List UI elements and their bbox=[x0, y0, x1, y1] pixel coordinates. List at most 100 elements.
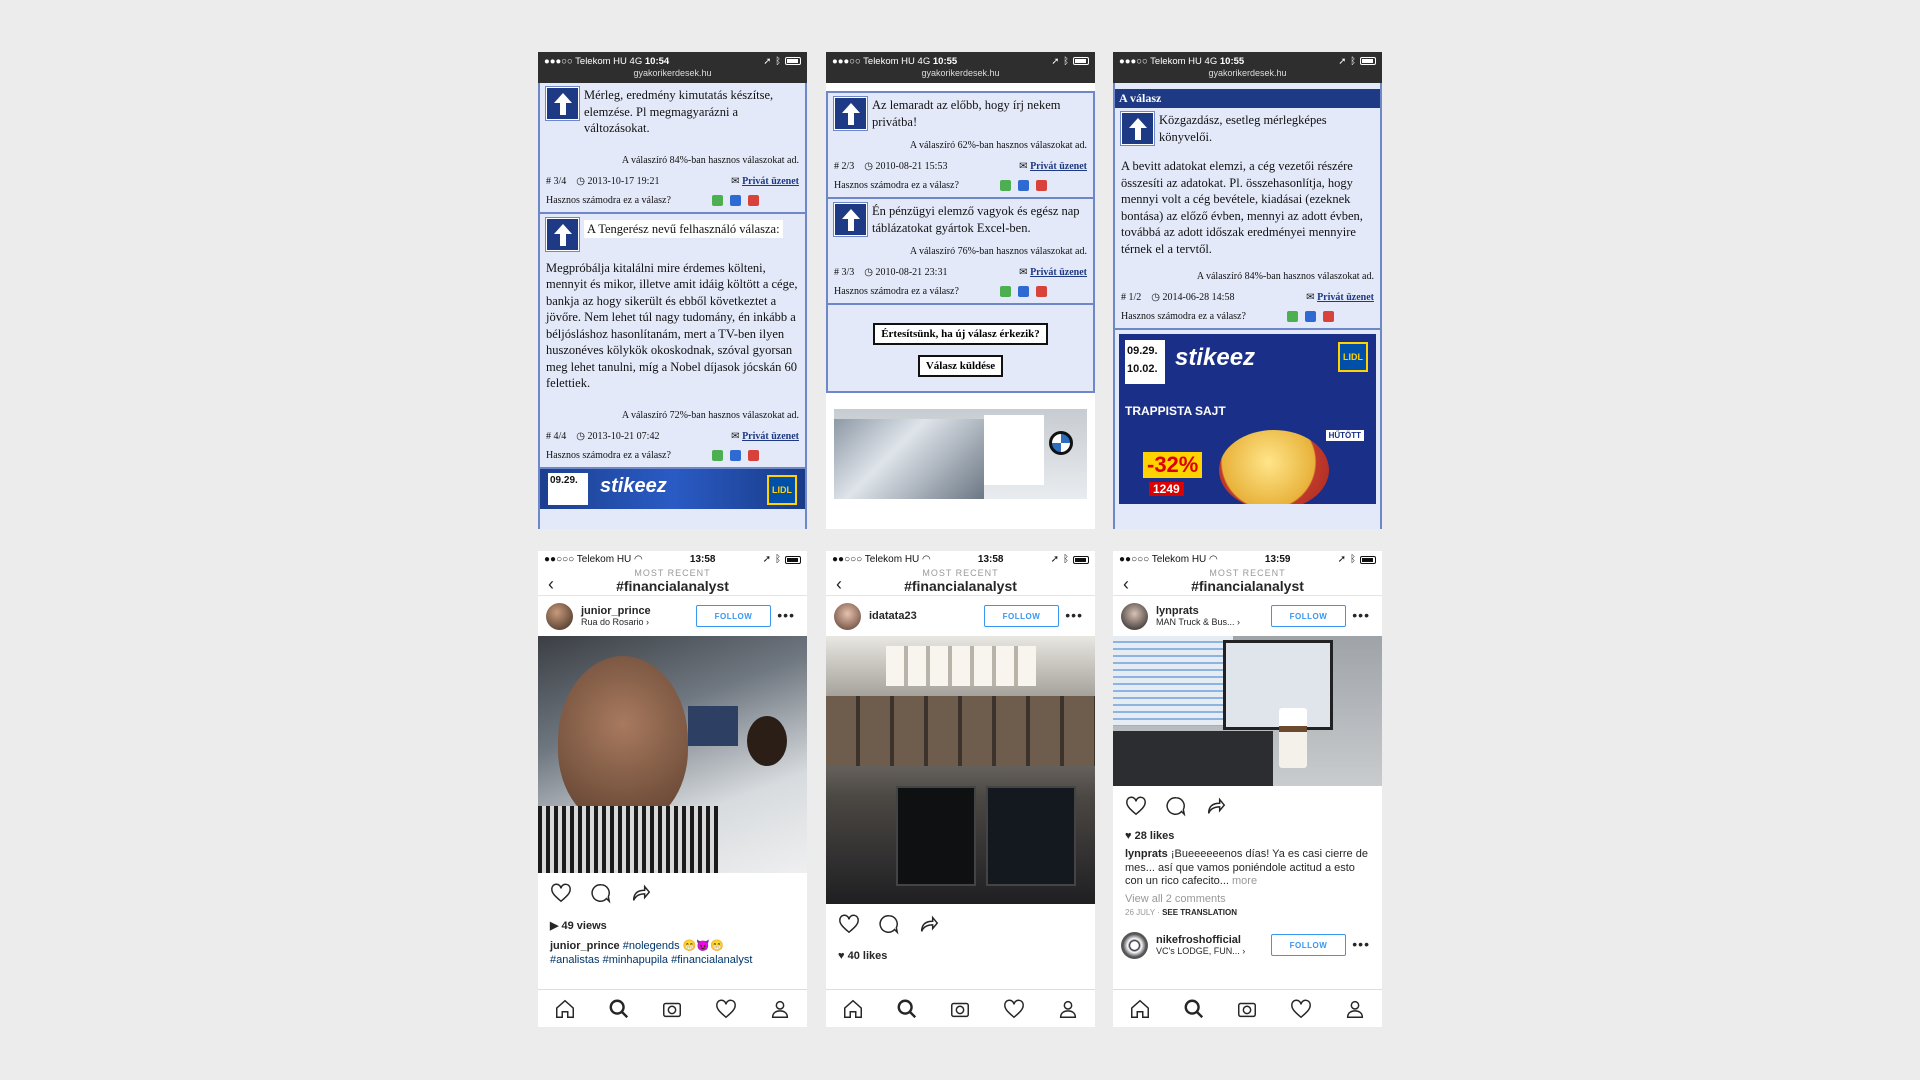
hashtag-title: #financialanalyst bbox=[904, 578, 1017, 594]
thumbs-up-icon[interactable] bbox=[712, 449, 723, 461]
url-bar[interactable]: gyakorikerdesek.hu bbox=[1113, 68, 1382, 78]
more-options-icon[interactable]: ••• bbox=[1352, 607, 1370, 623]
activity-heart-icon[interactable] bbox=[715, 998, 737, 1020]
search-icon[interactable] bbox=[608, 998, 630, 1020]
activity-heart-icon[interactable] bbox=[1003, 998, 1025, 1020]
avatar[interactable] bbox=[1121, 931, 1148, 959]
username[interactable]: lynprats bbox=[1156, 605, 1240, 617]
heart-icon[interactable] bbox=[838, 913, 860, 935]
caption-hashtags[interactable]: #analistas #minhapupila #financialanalys… bbox=[550, 954, 752, 966]
search-icon[interactable] bbox=[1183, 998, 1205, 1020]
thumbs-down-icon[interactable] bbox=[748, 449, 759, 461]
forum-screen-2: ●●●○○ Telekom HU 4G 10:55 ➚ ᛒ gyakorikerd… bbox=[826, 52, 1095, 529]
follow-button[interactable]: FOLLOW bbox=[696, 605, 771, 627]
home-icon[interactable] bbox=[554, 998, 576, 1020]
avatar[interactable] bbox=[1121, 602, 1148, 630]
answer-meta: A válaszíró 84%-ban hasznos válaszokat a… bbox=[1196, 271, 1374, 282]
location[interactable]: Rua do Rosario › bbox=[581, 617, 651, 627]
avatar[interactable] bbox=[546, 602, 573, 630]
avatar[interactable] bbox=[834, 602, 861, 630]
private-message-link[interactable]: ✉ Privát üzenet bbox=[731, 431, 799, 442]
helpful-label: Hasznos számodra ez a válasz? bbox=[834, 180, 959, 191]
private-message-label: Privát üzenet bbox=[742, 430, 799, 442]
url-bar[interactable]: gyakorikerdesek.hu bbox=[538, 68, 807, 78]
share-icon[interactable] bbox=[1205, 795, 1227, 817]
user-arrow-icon bbox=[833, 96, 868, 131]
profile-icon[interactable] bbox=[1057, 998, 1079, 1020]
more-link[interactable]: more bbox=[1232, 875, 1257, 887]
thumbs-down-icon[interactable] bbox=[1036, 286, 1047, 297]
thumbs-down-icon[interactable] bbox=[1036, 180, 1047, 191]
heart-icon[interactable] bbox=[1125, 795, 1147, 817]
answer-info: # 3/4 ◷ 2013-10-17 19:21 ✉ Privát üzenet bbox=[546, 174, 799, 189]
location[interactable]: MAN Truck & Bus... › bbox=[1156, 617, 1240, 627]
follow-button[interactable]: FOLLOW bbox=[1271, 934, 1346, 956]
neutral-icon[interactable] bbox=[730, 449, 741, 461]
view-comments-link[interactable]: View all 2 comments bbox=[1113, 893, 1382, 907]
answer-meta: A válaszíró 72%-ban hasznos válaszokat a… bbox=[621, 409, 799, 421]
camera-icon[interactable] bbox=[949, 998, 971, 1020]
advertisement-banner[interactable]: 09.29. stikeez LIDL bbox=[540, 468, 805, 509]
back-chevron-icon[interactable]: ‹ bbox=[548, 574, 554, 595]
share-icon[interactable] bbox=[918, 913, 940, 935]
home-icon[interactable] bbox=[842, 998, 864, 1020]
answer-number: # 3/3 bbox=[834, 267, 855, 278]
private-message-link[interactable]: ✉ Privát üzenet bbox=[1306, 292, 1374, 303]
caption-text[interactable]: #nolegends 😁😈😁 bbox=[623, 940, 724, 952]
like-count[interactable]: ♥ 28 likes bbox=[1113, 826, 1382, 842]
profile-icon[interactable] bbox=[769, 998, 791, 1020]
post-photo[interactable] bbox=[1113, 636, 1382, 786]
username[interactable]: idatata23 bbox=[869, 610, 917, 622]
thumbs-up-icon[interactable] bbox=[1287, 311, 1298, 322]
back-chevron-icon[interactable]: ‹ bbox=[1123, 574, 1129, 595]
follow-button[interactable]: FOLLOW bbox=[984, 605, 1059, 627]
neutral-icon[interactable] bbox=[730, 194, 741, 206]
location[interactable]: VC's LODGE, FUN... › bbox=[1156, 946, 1245, 956]
answer-text: A bevitt adatokat elemzi, a cég vezetői … bbox=[1121, 159, 1363, 256]
back-chevron-icon[interactable]: ‹ bbox=[836, 574, 842, 595]
thumbs-down-icon[interactable] bbox=[748, 194, 759, 206]
username[interactable]: nikefroshofficial bbox=[1156, 934, 1245, 946]
more-options-icon[interactable]: ••• bbox=[777, 607, 795, 623]
follow-button[interactable]: FOLLOW bbox=[1271, 605, 1346, 627]
camera-icon[interactable] bbox=[661, 998, 683, 1020]
comment-icon[interactable] bbox=[878, 913, 900, 935]
neutral-icon[interactable] bbox=[1018, 286, 1029, 297]
private-message-link[interactable]: ✉ Privát üzenet bbox=[1019, 267, 1087, 278]
caption-username[interactable]: lynprats bbox=[1125, 848, 1168, 860]
comment-icon[interactable] bbox=[1165, 795, 1187, 817]
heart-icon[interactable] bbox=[550, 882, 572, 904]
private-message-link[interactable]: ✉ Privát üzenet bbox=[731, 176, 799, 187]
username[interactable]: junior_prince bbox=[581, 605, 651, 617]
status-bar: ●●○○○ Telekom HU ◠ 13:59 ➚ ᛒ bbox=[1113, 551, 1382, 568]
neutral-icon[interactable] bbox=[1305, 311, 1316, 322]
activity-heart-icon[interactable] bbox=[1290, 998, 1312, 1020]
caption-username[interactable]: junior_prince bbox=[550, 940, 620, 952]
thumbs-up-icon[interactable] bbox=[712, 194, 723, 206]
home-icon[interactable] bbox=[1129, 998, 1151, 1020]
lidl-advertisement[interactable]: 09.29. 10.02. stikeez LIDL TRAPPISTA SAJ… bbox=[1119, 334, 1376, 504]
neutral-icon[interactable] bbox=[1018, 180, 1029, 191]
post-photo[interactable] bbox=[538, 636, 807, 873]
search-icon[interactable] bbox=[896, 998, 918, 1020]
see-translation-link[interactable]: SEE TRANSLATION bbox=[1162, 908, 1237, 917]
share-icon[interactable] bbox=[630, 882, 652, 904]
send-answer-button[interactable]: Válasz küldése bbox=[917, 355, 1004, 377]
url-bar[interactable]: gyakorikerdesek.hu bbox=[826, 68, 1095, 78]
status-bar: ●●○○○ Telekom HU ◠ 13:58 ➚ ᛒ bbox=[538, 551, 807, 568]
post-photo[interactable] bbox=[826, 636, 1095, 904]
thumbs-up-icon[interactable] bbox=[1000, 286, 1011, 297]
status-bar: ●●●○○ Telekom HU 4G 10:54 ➚ ᛒ gyakorikerd… bbox=[538, 52, 807, 83]
thumbs-up-icon[interactable] bbox=[1000, 180, 1011, 191]
more-options-icon[interactable]: ••• bbox=[1065, 607, 1083, 623]
thumbs-down-icon[interactable] bbox=[1323, 311, 1334, 322]
like-count[interactable]: ♥ 40 likes bbox=[826, 944, 1095, 962]
bmw-advertisement[interactable] bbox=[834, 409, 1087, 499]
person-background-shape bbox=[747, 716, 787, 766]
more-options-icon[interactable]: ••• bbox=[1352, 936, 1370, 952]
comment-icon[interactable] bbox=[590, 882, 612, 904]
camera-icon[interactable] bbox=[1236, 998, 1258, 1020]
private-message-link[interactable]: ✉ Privát üzenet bbox=[1019, 161, 1087, 172]
profile-icon[interactable] bbox=[1344, 998, 1366, 1020]
notify-button[interactable]: Értesítsünk, ha új válasz érkezik? bbox=[873, 323, 1048, 345]
